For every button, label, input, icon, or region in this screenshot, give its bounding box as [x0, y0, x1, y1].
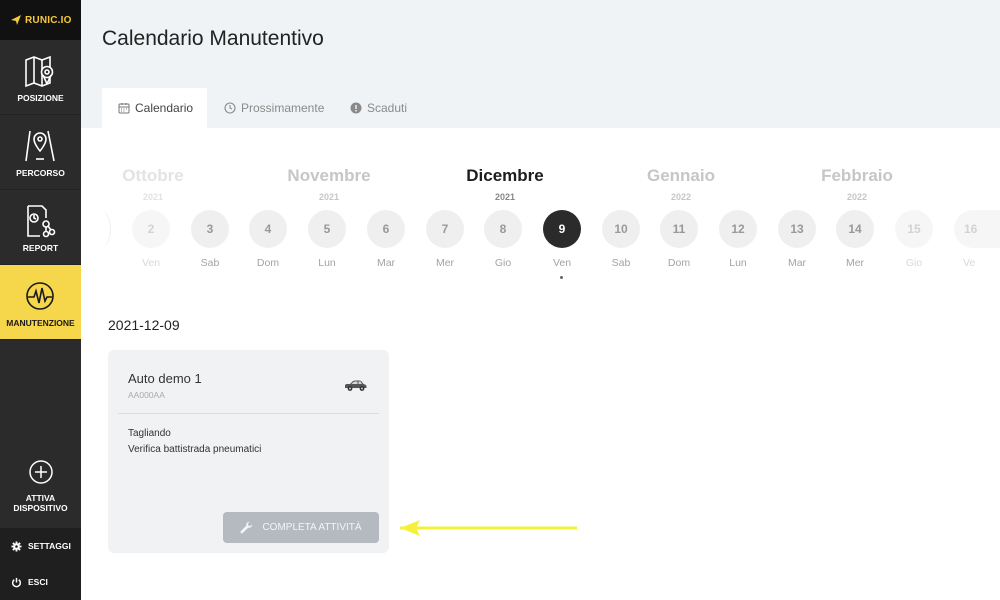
alert-icon	[350, 102, 362, 114]
month-dicembre[interactable]: Dicembre 2021	[445, 166, 565, 202]
day-of-week: Ve	[963, 257, 976, 269]
settings-label: SETTAGGI	[28, 541, 71, 551]
month-name: Dicembre	[466, 166, 544, 185]
tab-calendario[interactable]: Calendario	[102, 88, 207, 128]
route-icon	[25, 130, 55, 162]
day-of-week: Dom	[667, 257, 691, 269]
day-of-week: Mer	[435, 257, 455, 269]
sidebar-item-percorso[interactable]: PERCORSO	[0, 115, 81, 190]
gear-icon	[11, 540, 22, 552]
selected-day-indicator	[560, 276, 563, 279]
day-button[interactable]: 2	[132, 210, 170, 248]
day-button[interactable]: 14	[836, 210, 874, 248]
day-button[interactable]: 8	[484, 210, 522, 248]
day-of-week: Gio	[905, 257, 923, 269]
car-icon	[345, 380, 367, 391]
day-button[interactable]: 11	[660, 210, 698, 248]
plus-circle-icon	[28, 460, 53, 484]
page-header: Calendario Manutentivo Calendario Prossi…	[81, 0, 1000, 128]
task-item: Verifica battistrada pneumatici	[128, 444, 262, 455]
day-button[interactable]: 12	[719, 210, 757, 248]
pulse-icon	[26, 282, 54, 310]
wrench-icon	[240, 521, 253, 534]
sidebar-item-label: POSIZIONE	[17, 93, 64, 103]
tab-label: Calendario	[135, 101, 194, 115]
sidebar-item-report[interactable]: REPORT	[0, 190, 81, 265]
month-name: Novembre	[287, 166, 371, 185]
tab-scaduti[interactable]: Scaduti	[350, 88, 407, 128]
day-button-selected[interactable]: 9	[543, 210, 581, 248]
day-button[interactable]: 5	[308, 210, 346, 248]
tab-label: Prossimamente	[241, 101, 325, 115]
logo-text: RUNIC.IO	[25, 14, 72, 26]
day-button[interactable]: 6	[367, 210, 405, 248]
day-of-week: Sab	[200, 257, 220, 269]
month-year: 2021	[494, 192, 516, 202]
month-gennaio[interactable]: Gennaio 2022	[621, 166, 741, 202]
day-of-week: Lun	[729, 257, 747, 269]
attiva-label-line2: DISPOSITIVO	[13, 503, 68, 513]
day-partial-left	[89, 210, 111, 248]
power-icon	[11, 577, 22, 587]
sidebar-item-label: REPORT	[22, 243, 59, 253]
month-novembre[interactable]: Novembre 2021	[269, 166, 389, 202]
day-of-week: Ven	[141, 257, 161, 269]
day-button[interactable]: 13	[778, 210, 816, 248]
activate-device-button[interactable]: ATTIVA DISPOSITIVO	[0, 455, 81, 525]
settings-button[interactable]: SETTAGGI	[0, 528, 81, 564]
day-of-week: Dom	[256, 257, 280, 269]
logout-label: ESCI	[28, 577, 48, 587]
day-button[interactable]: 7	[426, 210, 464, 248]
day-of-week: Gio	[494, 257, 512, 269]
month-year: 2022	[846, 192, 868, 202]
tab-prossimamente[interactable]: Prossimamente	[224, 88, 324, 128]
clock-icon	[224, 102, 236, 114]
day-button[interactable]: 4	[249, 210, 287, 248]
sidebar: RUNIC.IO POSIZIONE PERCORSO REPORT MANUT…	[0, 0, 81, 600]
attiva-label: ATTIVA DISPOSITIVO	[13, 493, 67, 513]
vehicle-name: Auto demo 1	[128, 371, 202, 386]
month-year: 2021	[142, 192, 164, 202]
logo-arrow-icon	[11, 15, 21, 25]
calendar-icon	[118, 103, 130, 114]
maintenance-card: Auto demo 1 AA000AA Tagliando Verifica b…	[108, 350, 389, 553]
logout-button[interactable]: ESCI	[0, 564, 81, 600]
report-icon	[27, 205, 56, 238]
complete-task-label: COMPLETA ATTIVITÀ	[262, 522, 362, 533]
page-title: Calendario Manutentivo	[102, 27, 324, 50]
month-name: Febbraio	[821, 166, 893, 185]
brand-logo[interactable]: RUNIC.IO	[0, 0, 81, 40]
month-year: 2021	[318, 192, 340, 202]
attiva-label-line1: ATTIVA	[25, 493, 56, 503]
day-of-week: Ven	[552, 257, 572, 269]
sidebar-item-manutenzione[interactable]: MANUTENZIONE	[0, 265, 81, 340]
day-of-week: Mar	[376, 257, 396, 269]
day-of-week: Sab	[611, 257, 631, 269]
month-febbraio[interactable]: Febbraio 2022	[797, 166, 917, 202]
day-of-week: Mer	[845, 257, 865, 269]
month-year: 2022	[670, 192, 692, 202]
annotation-arrow-icon	[400, 520, 577, 536]
day-of-week: Mar	[787, 257, 807, 269]
complete-task-button[interactable]: COMPLETA ATTIVITÀ	[223, 512, 379, 543]
month-name: Ottobre	[122, 166, 184, 185]
sidebar-item-label: MANUTENZIONE	[6, 318, 75, 328]
selected-date-heading: 2021-12-09	[108, 317, 180, 333]
day-button[interactable]: 3	[191, 210, 229, 248]
month-ottobre[interactable]: Ottobre 2021	[93, 166, 213, 202]
day-button[interactable]: 15	[895, 210, 933, 248]
tab-label: Scaduti	[367, 101, 408, 115]
day-of-week: Lun	[318, 257, 336, 269]
task-item: Tagliando	[128, 428, 171, 439]
card-divider	[118, 413, 379, 414]
map-pin-icon	[25, 55, 54, 88]
day-button[interactable]: 10	[602, 210, 640, 248]
sidebar-item-label: PERCORSO	[16, 168, 65, 178]
month-name: Gennaio	[646, 166, 715, 185]
vehicle-plate: AA000AA	[128, 390, 165, 400]
sidebar-item-posizione[interactable]: POSIZIONE	[0, 40, 81, 115]
day-button-partial[interactable]: 16	[954, 210, 1000, 248]
